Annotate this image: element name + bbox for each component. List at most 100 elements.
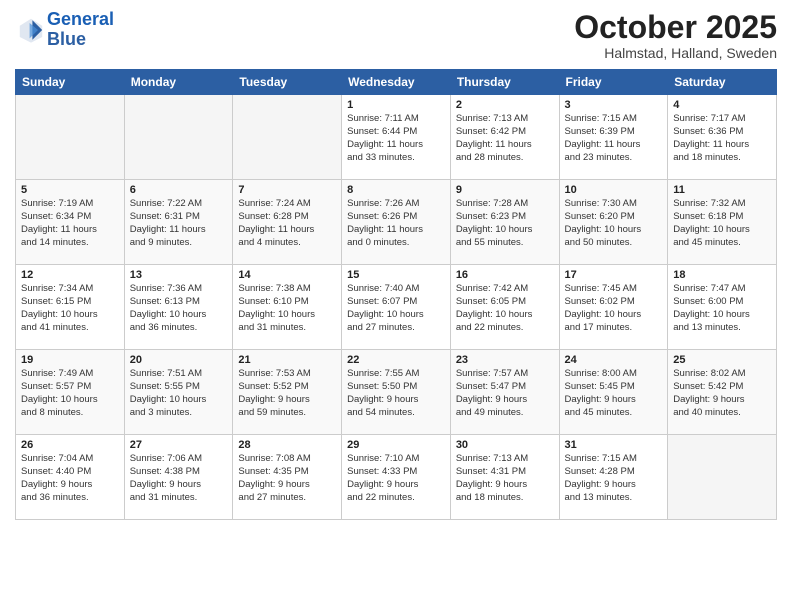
page: General Blue October 2025 Halmstad, Hall… xyxy=(0,0,792,535)
calendar-cell: 19 Sunrise: 7:49 AM Sunset: 5:57 PM Dayli… xyxy=(16,350,125,435)
day-info: Sunrise: 7:42 AM Sunset: 6:05 PM Dayligh… xyxy=(456,283,554,334)
header: General Blue October 2025 Halmstad, Hall… xyxy=(15,10,777,61)
calendar-cell: 9 Sunrise: 7:28 AM Sunset: 6:23 PM Daylig… xyxy=(450,180,559,265)
calendar-header: SundayMondayTuesdayWednesdayThursdayFrid… xyxy=(16,70,777,95)
calendar-cell xyxy=(233,95,342,180)
day-info: Sunrise: 7:15 AM Sunset: 6:39 PM Dayligh… xyxy=(565,113,663,164)
calendar-cell: 6 Sunrise: 7:22 AM Sunset: 6:31 PM Daylig… xyxy=(124,180,233,265)
day-info: Sunrise: 7:15 AM Sunset: 4:28 PM Dayligh… xyxy=(565,453,663,504)
day-info: Sunrise: 7:32 AM Sunset: 6:18 PM Dayligh… xyxy=(673,198,771,249)
day-info: Sunrise: 7:08 AM Sunset: 4:35 PM Dayligh… xyxy=(238,453,336,504)
day-number: 21 xyxy=(238,354,336,366)
day-number: 9 xyxy=(456,184,554,196)
day-number: 25 xyxy=(673,354,771,366)
day-info: Sunrise: 7:06 AM Sunset: 4:38 PM Dayligh… xyxy=(130,453,228,504)
calendar-cell: 20 Sunrise: 7:51 AM Sunset: 5:55 PM Dayli… xyxy=(124,350,233,435)
day-header-monday: Monday xyxy=(124,70,233,95)
logo-text-blue: Blue xyxy=(47,30,114,50)
calendar-cell: 17Sunrise: 7:45 AM Sunset: 6:02 PM Dayli… xyxy=(559,265,668,350)
day-info: Sunrise: 7:38 AM Sunset: 6:10 PM Dayligh… xyxy=(238,283,336,334)
day-info: Sunrise: 7:24 AM Sunset: 6:28 PM Dayligh… xyxy=(238,198,336,249)
month-title: October 2025 xyxy=(574,10,777,45)
week-row-5: 26 Sunrise: 7:04 AM Sunset: 4:40 PM Dayli… xyxy=(16,435,777,520)
calendar-cell: 5 Sunrise: 7:19 AM Sunset: 6:34 PM Daylig… xyxy=(16,180,125,265)
day-number: 12 xyxy=(21,269,119,281)
calendar-cell: 15 Sunrise: 7:40 AM Sunset: 6:07 PM Dayli… xyxy=(342,265,451,350)
calendar-cell: 24Sunrise: 8:00 AM Sunset: 5:45 PM Dayli… xyxy=(559,350,668,435)
logo: General Blue xyxy=(15,10,114,50)
calendar-cell: 8Sunrise: 7:26 AM Sunset: 6:26 PM Daylig… xyxy=(342,180,451,265)
day-number: 4 xyxy=(673,99,771,111)
week-row-3: 12Sunrise: 7:34 AM Sunset: 6:15 PM Dayli… xyxy=(16,265,777,350)
days-header-row: SundayMondayTuesdayWednesdayThursdayFrid… xyxy=(16,70,777,95)
day-info: Sunrise: 7:13 AM Sunset: 6:42 PM Dayligh… xyxy=(456,113,554,164)
day-header-friday: Friday xyxy=(559,70,668,95)
day-info: Sunrise: 7:04 AM Sunset: 4:40 PM Dayligh… xyxy=(21,453,119,504)
day-info: Sunrise: 7:36 AM Sunset: 6:13 PM Dayligh… xyxy=(130,283,228,334)
calendar-cell xyxy=(16,95,125,180)
calendar-cell: 12Sunrise: 7:34 AM Sunset: 6:15 PM Dayli… xyxy=(16,265,125,350)
day-number: 10 xyxy=(565,184,663,196)
day-info: Sunrise: 7:28 AM Sunset: 6:23 PM Dayligh… xyxy=(456,198,554,249)
calendar-cell: 26 Sunrise: 7:04 AM Sunset: 4:40 PM Dayli… xyxy=(16,435,125,520)
day-number: 14 xyxy=(238,269,336,281)
day-number: 31 xyxy=(565,439,663,451)
day-info: Sunrise: 7:53 AM Sunset: 5:52 PM Dayligh… xyxy=(238,368,336,419)
location: Halmstad, Halland, Sweden xyxy=(574,45,777,61)
calendar: SundayMondayTuesdayWednesdayThursdayFrid… xyxy=(15,69,777,520)
day-info: Sunrise: 7:19 AM Sunset: 6:34 PM Dayligh… xyxy=(21,198,119,249)
day-number: 1 xyxy=(347,99,445,111)
day-number: 24 xyxy=(565,354,663,366)
week-row-4: 19 Sunrise: 7:49 AM Sunset: 5:57 PM Dayli… xyxy=(16,350,777,435)
calendar-cell: 7 Sunrise: 7:24 AM Sunset: 6:28 PM Daylig… xyxy=(233,180,342,265)
day-number: 23 xyxy=(456,354,554,366)
day-number: 5 xyxy=(21,184,119,196)
day-number: 18 xyxy=(673,269,771,281)
day-number: 22 xyxy=(347,354,445,366)
day-info: Sunrise: 7:40 AM Sunset: 6:07 PM Dayligh… xyxy=(347,283,445,334)
day-info: Sunrise: 7:30 AM Sunset: 6:20 PM Dayligh… xyxy=(565,198,663,249)
day-number: 11 xyxy=(673,184,771,196)
day-number: 7 xyxy=(238,184,336,196)
day-number: 17 xyxy=(565,269,663,281)
day-info: Sunrise: 7:22 AM Sunset: 6:31 PM Dayligh… xyxy=(130,198,228,249)
calendar-cell: 3 Sunrise: 7:15 AM Sunset: 6:39 PM Daylig… xyxy=(559,95,668,180)
calendar-cell: 29Sunrise: 7:10 AM Sunset: 4:33 PM Dayli… xyxy=(342,435,451,520)
day-info: Sunrise: 7:26 AM Sunset: 6:26 PM Dayligh… xyxy=(347,198,445,249)
day-number: 2 xyxy=(456,99,554,111)
calendar-cell: 25Sunrise: 8:02 AM Sunset: 5:42 PM Dayli… xyxy=(668,350,777,435)
day-header-saturday: Saturday xyxy=(668,70,777,95)
day-number: 19 xyxy=(21,354,119,366)
calendar-cell: 21 Sunrise: 7:53 AM Sunset: 5:52 PM Dayli… xyxy=(233,350,342,435)
calendar-cell: 28Sunrise: 7:08 AM Sunset: 4:35 PM Dayli… xyxy=(233,435,342,520)
day-number: 26 xyxy=(21,439,119,451)
day-header-sunday: Sunday xyxy=(16,70,125,95)
day-info: Sunrise: 7:11 AM Sunset: 6:44 PM Dayligh… xyxy=(347,113,445,164)
day-info: Sunrise: 7:57 AM Sunset: 5:47 PM Dayligh… xyxy=(456,368,554,419)
calendar-cell: 2 Sunrise: 7:13 AM Sunset: 6:42 PM Daylig… xyxy=(450,95,559,180)
calendar-cell: 13 Sunrise: 7:36 AM Sunset: 6:13 PM Dayli… xyxy=(124,265,233,350)
day-number: 30 xyxy=(456,439,554,451)
day-number: 3 xyxy=(565,99,663,111)
day-info: Sunrise: 7:49 AM Sunset: 5:57 PM Dayligh… xyxy=(21,368,119,419)
day-info: Sunrise: 7:51 AM Sunset: 5:55 PM Dayligh… xyxy=(130,368,228,419)
day-number: 6 xyxy=(130,184,228,196)
day-number: 15 xyxy=(347,269,445,281)
calendar-cell: 14 Sunrise: 7:38 AM Sunset: 6:10 PM Dayli… xyxy=(233,265,342,350)
day-number: 20 xyxy=(130,354,228,366)
week-row-1: 1 Sunrise: 7:11 AM Sunset: 6:44 PM Daylig… xyxy=(16,95,777,180)
calendar-cell: 1 Sunrise: 7:11 AM Sunset: 6:44 PM Daylig… xyxy=(342,95,451,180)
day-number: 27 xyxy=(130,439,228,451)
calendar-cell xyxy=(124,95,233,180)
calendar-cell: 16 Sunrise: 7:42 AM Sunset: 6:05 PM Dayli… xyxy=(450,265,559,350)
day-info: Sunrise: 7:47 AM Sunset: 6:00 PM Dayligh… xyxy=(673,283,771,334)
calendar-cell: 11 Sunrise: 7:32 AM Sunset: 6:18 PM Dayli… xyxy=(668,180,777,265)
calendar-cell: 4Sunrise: 7:17 AM Sunset: 6:36 PM Daylig… xyxy=(668,95,777,180)
logo-icon xyxy=(17,16,45,44)
day-number: 16 xyxy=(456,269,554,281)
day-info: Sunrise: 7:10 AM Sunset: 4:33 PM Dayligh… xyxy=(347,453,445,504)
day-header-thursday: Thursday xyxy=(450,70,559,95)
day-number: 13 xyxy=(130,269,228,281)
calendar-cell: 31 Sunrise: 7:15 AM Sunset: 4:28 PM Dayli… xyxy=(559,435,668,520)
calendar-cell: 22Sunrise: 7:55 AM Sunset: 5:50 PM Dayli… xyxy=(342,350,451,435)
